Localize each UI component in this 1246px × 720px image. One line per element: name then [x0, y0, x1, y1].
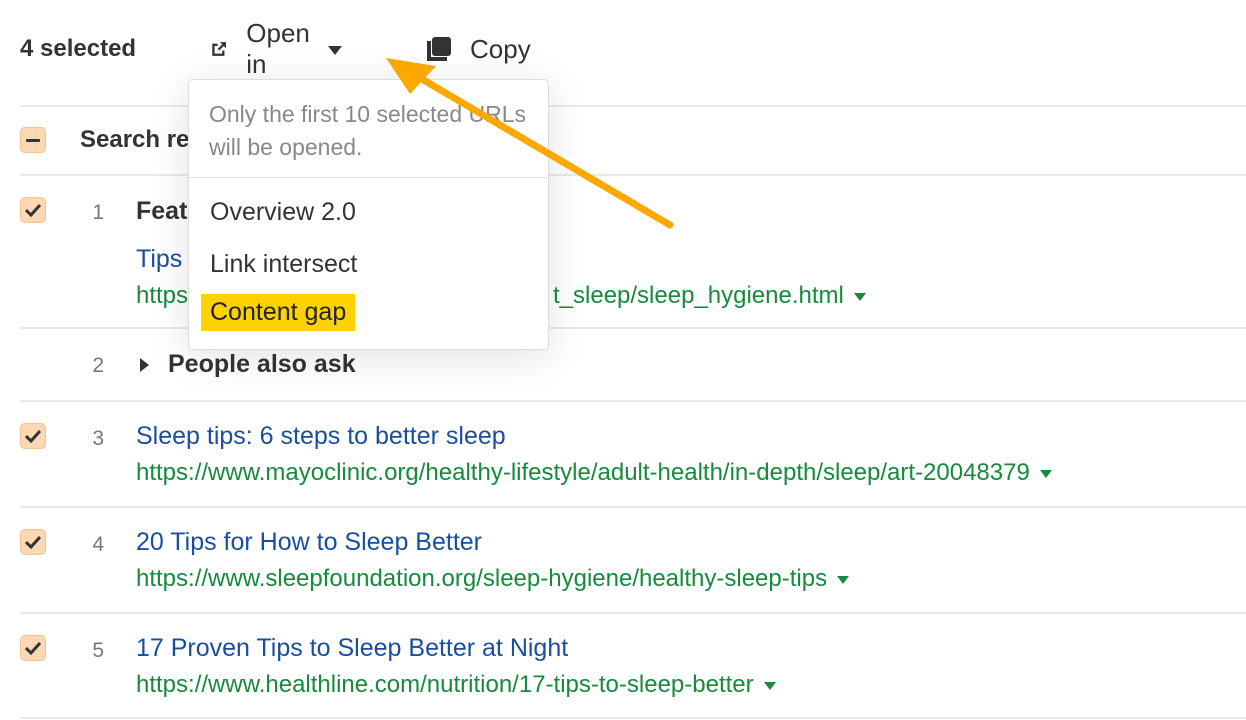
open-in-dropdown-menu: Only the first 10 selected URLs will be …	[188, 79, 549, 350]
row-title-link[interactable]: 20 Tips for How to Sleep Better	[136, 528, 482, 557]
open-in-label: Open in	[246, 18, 310, 79]
url-dropdown-icon[interactable]	[853, 292, 866, 301]
row-type-label: Feat	[136, 197, 188, 225]
menu-item-content-gap[interactable]: Content gap	[201, 294, 356, 331]
row-url-link[interactable]: https://www.sleepfoundation.org/sleep-hy…	[136, 565, 850, 593]
divider	[20, 400, 1246, 402]
divider	[20, 506, 1246, 508]
expand-triangle-icon[interactable]	[140, 358, 149, 372]
row-checkbox[interactable]	[20, 197, 46, 223]
divider	[20, 717, 1246, 719]
row-url-end: t_sleep/sleep_hygiene.html	[553, 282, 844, 309]
row-number: 3	[92, 427, 104, 450]
header-label: Search re	[80, 126, 190, 153]
divider	[20, 612, 1246, 614]
row-number: 1	[92, 201, 104, 224]
row-url-text: https://www.mayoclinic.org/healthy-lifes…	[136, 459, 1030, 486]
check-icon	[25, 429, 41, 443]
row-url-text: https://www.sleepfoundation.org/sleep-hy…	[136, 565, 828, 592]
row-url-link[interactable]: t_sleep/sleep_hygiene.html	[553, 282, 866, 310]
row-checkbox[interactable]	[20, 529, 46, 555]
dropdown-divider	[189, 177, 548, 178]
row-url-text: https://www.healthline.com/nutrition/17-…	[136, 671, 754, 698]
external-link-icon	[212, 42, 226, 56]
row-type-label[interactable]: People also ask	[168, 350, 356, 379]
row-url-link[interactable]: https:	[136, 282, 195, 310]
row-number: 5	[92, 639, 104, 662]
open-in-button[interactable]: Open in	[210, 18, 342, 79]
copy-icon	[427, 37, 451, 61]
url-dropdown-icon[interactable]	[1039, 469, 1052, 478]
select-all-checkbox[interactable]	[20, 127, 46, 153]
url-dropdown-icon[interactable]	[763, 681, 776, 690]
chevron-down-icon	[327, 45, 342, 55]
check-icon	[25, 641, 41, 655]
row-checkbox[interactable]	[20, 423, 46, 449]
copy-label: Copy	[470, 33, 531, 64]
row-title-link[interactable]: Tips	[136, 245, 182, 274]
copy-button[interactable]: Copy	[426, 26, 531, 72]
url-dropdown-icon[interactable]	[837, 575, 850, 584]
dropdown-note: Only the first 10 selected URLs will be …	[209, 101, 527, 160]
selected-count: 4 selected	[20, 35, 137, 62]
row-url-link[interactable]: https://www.healthline.com/nutrition/17-…	[136, 671, 776, 699]
selection-toolbar: 4 selected Open in Copy	[20, 18, 531, 79]
menu-item-link-intersect[interactable]: Link intersect	[201, 246, 366, 283]
row-url-link[interactable]: https://www.mayoclinic.org/healthy-lifes…	[136, 459, 1052, 487]
minus-icon	[26, 138, 40, 142]
check-icon	[25, 203, 41, 217]
row-title-link[interactable]: Sleep tips: 6 steps to better sleep	[136, 422, 506, 451]
row-number: 4	[92, 533, 104, 556]
row-checkbox[interactable]	[20, 635, 46, 661]
check-icon	[25, 535, 41, 549]
row-title-link[interactable]: 17 Proven Tips to Sleep Better at Night	[136, 634, 568, 663]
row-number: 2	[92, 354, 104, 377]
menu-item-overview[interactable]: Overview 2.0	[201, 194, 365, 231]
row-url-start: https:	[136, 282, 195, 309]
